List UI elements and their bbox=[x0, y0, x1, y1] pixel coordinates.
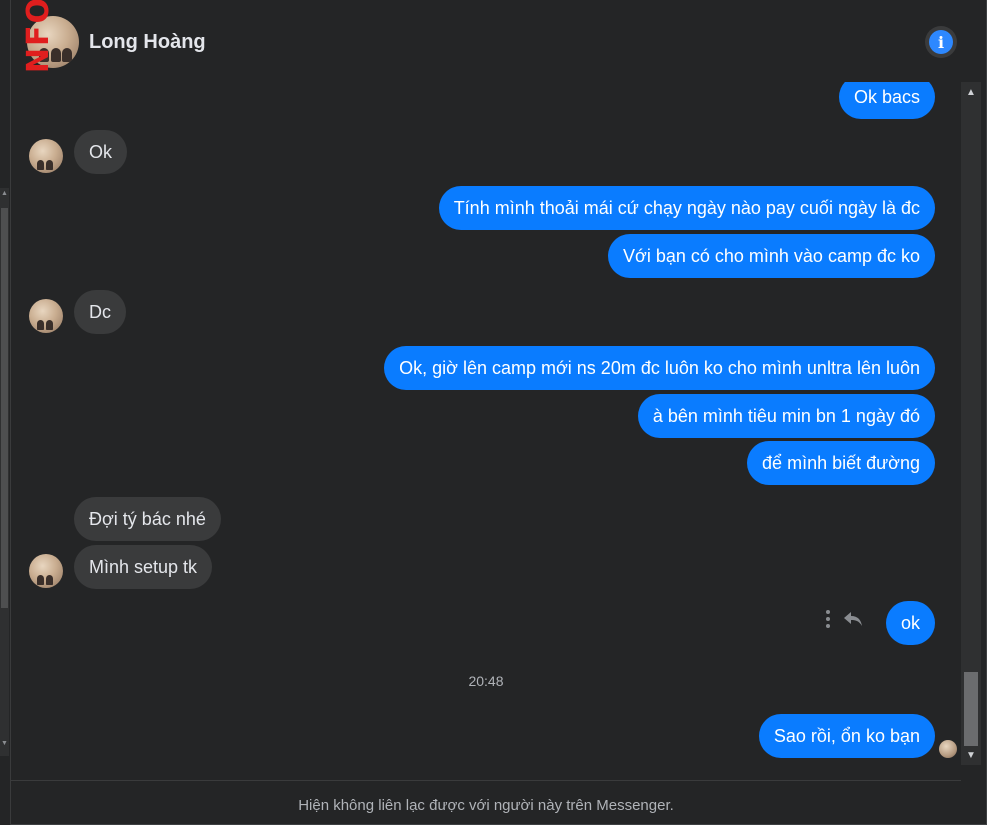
message-bubble-outgoing[interactable]: để mình biết đường bbox=[747, 441, 935, 485]
more-options-icon[interactable] bbox=[826, 610, 830, 628]
message-bubble-incoming[interactable]: Đợi tý bác nhé bbox=[74, 497, 221, 541]
message-bubble-outgoing[interactable]: Ok, giờ lên camp mới ns 20m đc luôn ko c… bbox=[384, 346, 935, 390]
contact-name[interactable]: Long Hoàng bbox=[89, 31, 206, 54]
avatar-figure bbox=[37, 575, 44, 585]
info-icon: i bbox=[929, 30, 953, 54]
message-bubble-outgoing[interactable]: Tính mình thoải mái cứ chạy ngày nào pay… bbox=[438, 186, 935, 230]
avatar-figure bbox=[62, 48, 72, 62]
message-actions bbox=[826, 610, 864, 628]
scroll-down-arrow-icon[interactable]: ▼ bbox=[966, 750, 976, 761]
contact-avatar-small[interactable] bbox=[29, 139, 63, 173]
message-scrollbar-thumb[interactable] bbox=[964, 672, 978, 746]
chat-header: NFO Long Hoàng i bbox=[11, 0, 986, 82]
reply-icon[interactable] bbox=[842, 610, 864, 628]
message-bubble-outgoing[interactable]: ok bbox=[885, 601, 935, 645]
scroll-up-arrow-icon[interactable]: ▲ bbox=[966, 87, 976, 98]
message-bubble-incoming[interactable]: Ok bbox=[74, 130, 128, 174]
message-bubble-incoming[interactable]: Mình setup tk bbox=[74, 545, 213, 589]
scroll-down-arrow-icon[interactable]: ▼ bbox=[1, 740, 8, 747]
message-bubble-outgoing[interactable]: à bên mình tiêu min bn 1 ngày đó bbox=[637, 394, 935, 438]
contact-avatar-small[interactable] bbox=[29, 554, 63, 588]
message-bubble-outgoing[interactable]: Với bạn có cho mình vào camp đc ko bbox=[608, 234, 935, 278]
message-bubble-outgoing[interactable]: Sao rồi, ổn ko bạn bbox=[758, 714, 935, 758]
watermark-text: NFO bbox=[21, 0, 56, 74]
unavailable-notice: Hiện không liên lạc được với người này t… bbox=[298, 797, 674, 814]
message-scrollbar[interactable]: ▲ ▼ bbox=[961, 82, 981, 765]
message-bubble-outgoing[interactable]: Ok bacs bbox=[838, 82, 935, 119]
avatar-figure bbox=[46, 575, 53, 585]
conversation-info-button[interactable]: i bbox=[925, 26, 957, 58]
message-bubble-incoming[interactable]: Dc bbox=[74, 290, 126, 334]
left-scrollbar[interactable]: ▲ ▼ bbox=[0, 188, 9, 756]
composer-area: Hiện không liên lạc được với người này t… bbox=[11, 780, 961, 825]
message-timestamp: 20:48 bbox=[468, 673, 504, 689]
avatar-figure bbox=[46, 160, 53, 170]
scroll-up-arrow-icon[interactable]: ▲ bbox=[1, 190, 8, 197]
avatar-figure bbox=[46, 320, 53, 330]
seen-avatar-indicator bbox=[939, 740, 957, 758]
avatar-figure bbox=[37, 320, 44, 330]
avatar-figure bbox=[37, 160, 44, 170]
left-scrollbar-thumb[interactable] bbox=[1, 208, 8, 608]
left-panel-edge: ▲ ▼ bbox=[0, 0, 11, 825]
contact-avatar-small[interactable] bbox=[29, 299, 63, 333]
message-list: Ok bacs Ok Tính mình thoải mái cứ chạy n… bbox=[11, 82, 961, 774]
